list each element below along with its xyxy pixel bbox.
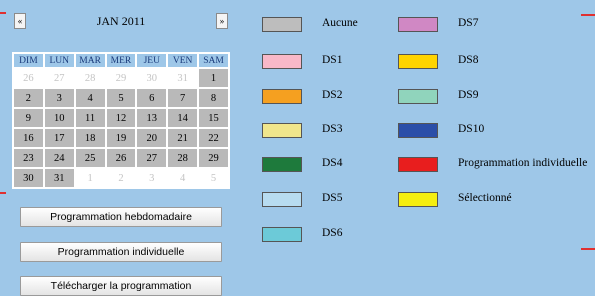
calendar-day[interactable]: 6: [137, 89, 167, 107]
legend-color-swatch: [262, 227, 302, 242]
calendar-day[interactable]: 13: [137, 109, 167, 127]
calendar-day-other-month[interactable]: 31: [168, 69, 198, 87]
calendar-day[interactable]: 31: [44, 169, 74, 187]
legend-label: DS1: [322, 54, 343, 66]
calendar-week-row: 30 31 1 2 3 4 5: [14, 169, 228, 187]
calendar-day[interactable]: 9: [14, 109, 43, 127]
calendar-day[interactable]: 20: [137, 129, 167, 147]
legend-color-swatch: [262, 192, 302, 207]
edge-mark-top-right: [581, 14, 595, 16]
calendar-header: « JAN 2011 »: [12, 11, 230, 31]
weekday-header: DIM: [14, 54, 43, 67]
legend-label: DS7: [458, 17, 479, 29]
calendar-day[interactable]: 4: [75, 89, 105, 107]
legend-label: DS2: [322, 89, 343, 101]
legend-label: DS9: [458, 89, 479, 101]
legend-label: DS4: [322, 157, 343, 169]
calendar-day[interactable]: 3: [44, 89, 74, 107]
legend-label: Sélectionné: [458, 192, 512, 204]
legend-color-swatch: [398, 54, 438, 69]
legend-color-swatch: [262, 123, 302, 138]
calendar-day[interactable]: 25: [75, 149, 105, 167]
edge-mark-mid-left: [0, 192, 6, 194]
weekly-programming-button[interactable]: Programmation hebdomadaire: [20, 207, 222, 227]
next-month-button[interactable]: »: [216, 13, 228, 29]
calendar-day-other-month[interactable]: 2: [106, 169, 136, 187]
legend-color-swatch: [262, 157, 302, 172]
legend-label: DS6: [322, 227, 343, 239]
edge-mark-top-left: [0, 12, 6, 14]
calendar-day-other-month[interactable]: 30: [137, 69, 167, 87]
calendar-day[interactable]: 11: [75, 109, 105, 127]
legend-label: DS10: [458, 123, 485, 135]
legend-color-swatch: [398, 157, 438, 172]
calendar-day-other-month[interactable]: 1: [75, 169, 105, 187]
calendar-day[interactable]: 15: [199, 109, 228, 127]
legend-label: Programmation individuelle: [458, 157, 588, 169]
legend-color-swatch: [398, 89, 438, 104]
legend-color-swatch: [262, 17, 302, 32]
calendar-day[interactable]: 14: [168, 109, 198, 127]
calendar-day[interactable]: 24: [44, 149, 74, 167]
legend-label: Aucune: [322, 17, 358, 29]
individual-programming-button[interactable]: Programmation individuelle: [20, 242, 222, 262]
legend-color-swatch: [398, 123, 438, 138]
calendar-week-row: 26 27 28 29 30 31 1: [14, 69, 228, 87]
calendar-day[interactable]: 28: [168, 149, 198, 167]
calendar-day[interactable]: 27: [137, 149, 167, 167]
calendar-day[interactable]: 1: [199, 69, 228, 87]
weekday-header: SAM: [199, 54, 228, 67]
calendar-month-title: JAN 2011: [96, 14, 146, 28]
calendar-day[interactable]: 22: [199, 129, 228, 147]
calendar-day[interactable]: 26: [106, 149, 136, 167]
calendar-day-other-month[interactable]: 29: [106, 69, 136, 87]
calendar-day[interactable]: 17: [44, 129, 74, 147]
weekday-header: JEU: [137, 54, 167, 67]
previous-month-button[interactable]: «: [14, 13, 26, 29]
weekday-header-row: DIM LUN MAR MER JEU VEN SAM: [14, 54, 228, 67]
weekday-header: VEN: [168, 54, 198, 67]
calendar: « JAN 2011 » DIM LUN MAR MER JEU VEN SAM 26 27 2…: [12, 11, 230, 189]
calendar-day[interactable]: 10: [44, 109, 74, 127]
calendar-day-other-month[interactable]: 4: [168, 169, 198, 187]
weekday-header: MAR: [75, 54, 105, 67]
calendar-week-row: 16 17 18 19 20 21 22: [14, 129, 228, 147]
weekday-header: MER: [106, 54, 136, 67]
calendar-day[interactable]: 12: [106, 109, 136, 127]
legend-label: DS8: [458, 54, 479, 66]
calendar-week-row: 2345678: [14, 89, 228, 107]
calendar-day[interactable]: 16: [14, 129, 43, 147]
edge-mark-mid-right: [581, 248, 595, 250]
calendar-grid: DIM LUN MAR MER JEU VEN SAM 26 27 28 29 30 31 1 2 3 4 5 6…: [12, 52, 230, 189]
calendar-day[interactable]: 2: [14, 89, 43, 107]
calendar-day[interactable]: 29: [199, 149, 228, 167]
download-programming-button[interactable]: Télécharger la programmation: [20, 276, 222, 296]
calendar-day[interactable]: 23: [14, 149, 43, 167]
weekday-header: LUN: [44, 54, 74, 67]
calendar-day[interactable]: 7: [168, 89, 198, 107]
calendar-week-row: 9 10 11 12 13 14 15: [14, 109, 228, 127]
calendar-week-row: 23 24 25 26 27 28 29: [14, 149, 228, 167]
legend-color-swatch: [398, 17, 438, 32]
legend-color-swatch: [398, 192, 438, 207]
legend-label: DS3: [322, 123, 343, 135]
calendar-day-other-month[interactable]: 28: [75, 69, 105, 87]
calendar-day[interactable]: 5: [106, 89, 136, 107]
calendar-body: 26 27 28 29 30 31 1 2 3 4 5 6 7 8 9 10 11 12 13 14 15 16 17 18 1…: [14, 69, 228, 187]
legend-label: DS5: [322, 192, 343, 204]
calendar-day-other-month[interactable]: 5: [199, 169, 228, 187]
calendar-day-other-month[interactable]: 27: [44, 69, 74, 87]
calendar-day-other-month[interactable]: 3: [137, 169, 167, 187]
calendar-day[interactable]: 18: [75, 129, 105, 147]
calendar-day-other-month[interactable]: 26: [14, 69, 43, 87]
legend-color-swatch: [262, 89, 302, 104]
calendar-day[interactable]: 21: [168, 129, 198, 147]
calendar-day[interactable]: 30: [14, 169, 43, 187]
calendar-day[interactable]: 8: [199, 89, 228, 107]
legend-color-swatch: [262, 54, 302, 69]
calendar-day[interactable]: 19: [106, 129, 136, 147]
